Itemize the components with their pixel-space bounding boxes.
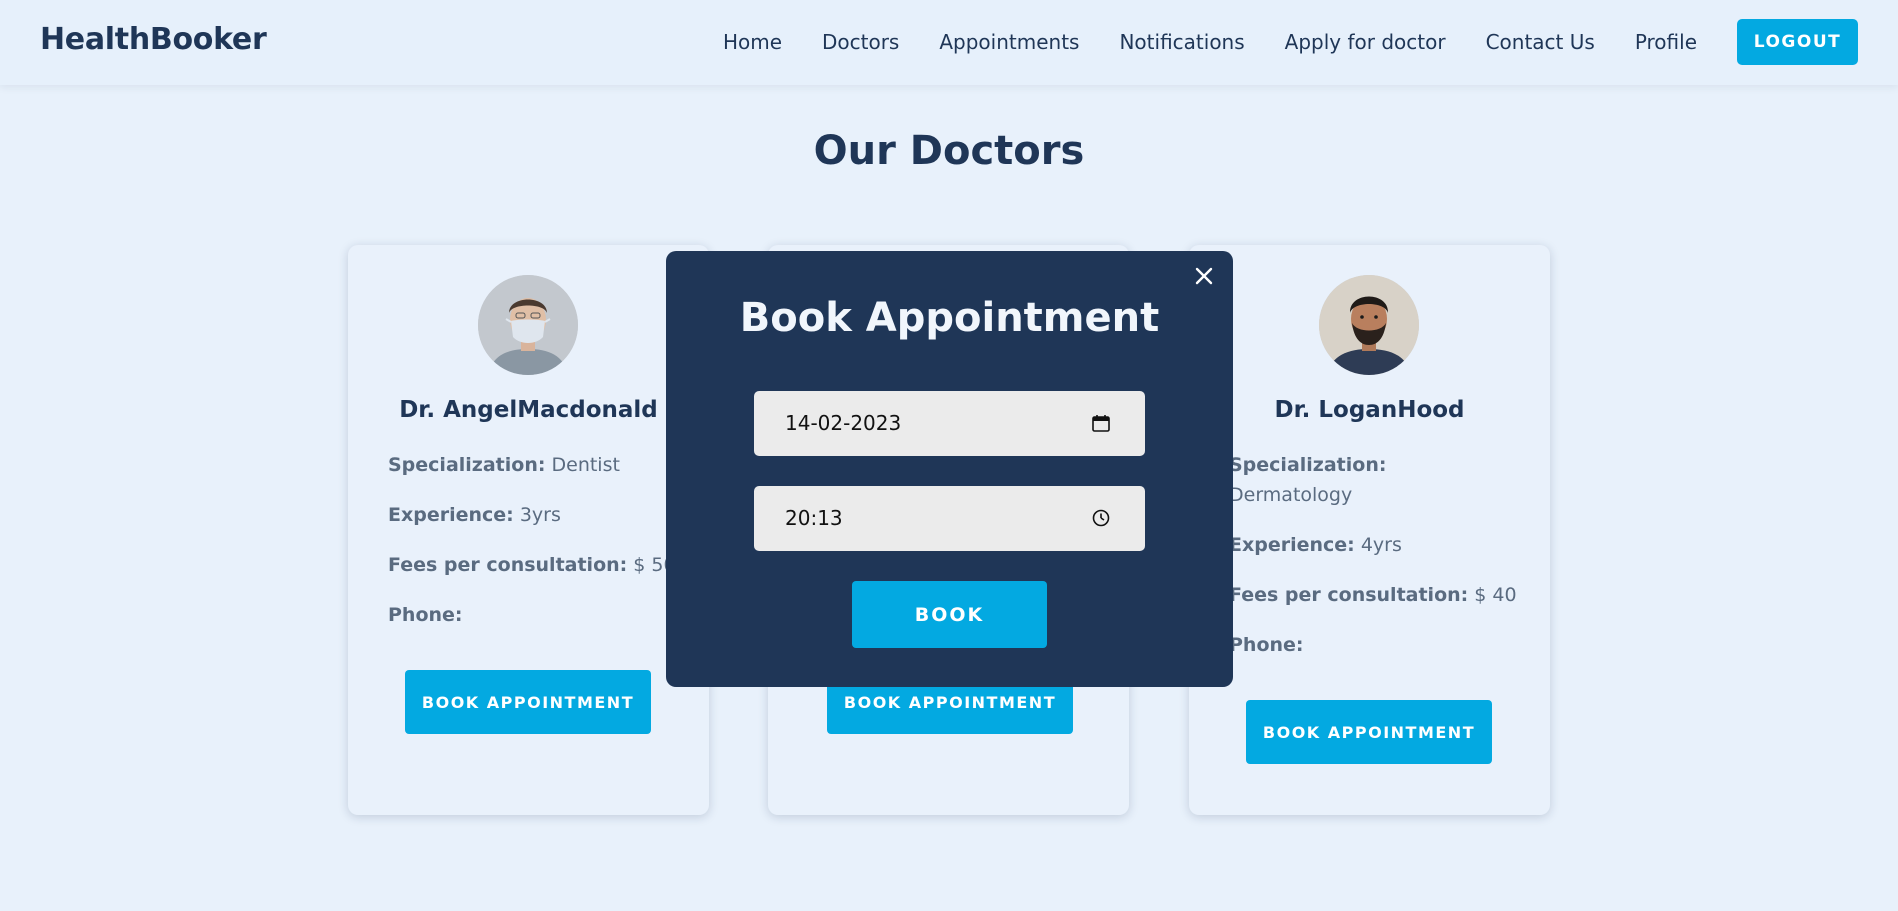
experience-value: 3yrs [519,504,561,526]
doctor-phone: Phone: [388,600,693,630]
date-input[interactable]: 14-02-2023 [754,391,1145,456]
doctor-card: Dr. AngelMacdonald Specialization: Denti… [348,245,709,815]
specialization-label: Specialization: [388,454,546,476]
book-appointment-button[interactable]: BOOK APPOINTMENT [1246,700,1492,764]
doctor-experience: Experience: 4yrs [1229,530,1534,560]
experience-label: Experience: [388,504,514,526]
nav-link-notifications[interactable]: Notifications [1119,30,1244,54]
doctor-specialization: Specialization: Dentist [388,450,693,480]
top-navbar: HealthBooker Home Doctors Appointments N… [0,0,1898,85]
specialization-value: Dentist [551,454,620,476]
doctor-avatar [1319,275,1419,375]
phone-label: Phone: [388,604,463,626]
doctor-phone: Phone: [1229,630,1534,660]
fees-label: Fees per consultation: [1229,584,1469,606]
doctor-fees: Fees per consultation: $ 50 [388,550,693,580]
nav-link-contact-us[interactable]: Contact Us [1486,30,1595,54]
doctor-name: Dr. LoganHood [1274,397,1465,423]
doctor-specialization: Specialization: Dermatology [1229,450,1534,510]
time-input[interactable]: 20:13 [754,486,1145,551]
nav-link-doctors[interactable]: Doctors [822,30,899,54]
nav-menu: Home Doctors Appointments Notifications … [723,19,1858,65]
book-button[interactable]: BOOK [852,581,1047,648]
specialization-label: Specialization: [1229,454,1387,476]
experience-value: 4yrs [1360,534,1402,556]
close-icon-glyph [1195,267,1213,285]
logout-button[interactable]: LOGOUT [1737,19,1858,65]
clock-icon[interactable] [1091,508,1111,528]
doctor-name: Dr. AngelMacdonald [399,397,658,423]
doctor-fees: Fees per consultation: $ 40 [1229,580,1534,610]
page-title: Our Doctors [813,128,1085,174]
fees-value: $ 40 [1474,584,1517,606]
doctor-photo-masked [478,275,578,375]
experience-label: Experience: [1229,534,1355,556]
nav-link-apply-for-doctor[interactable]: Apply for doctor [1285,30,1446,54]
doctor-photo-bearded [1319,275,1419,375]
brand-logo[interactable]: HealthBooker [40,22,267,57]
nav-link-appointments[interactable]: Appointments [939,30,1079,54]
specialization-value: Dermatology [1229,484,1353,506]
date-value: 14-02-2023 [785,411,902,435]
phone-label: Phone: [1229,634,1304,656]
doctor-card: Dr. LoganHood Specialization: Dermatolog… [1189,245,1550,815]
nav-link-profile[interactable]: Profile [1635,30,1697,54]
doctor-avatar [478,275,578,375]
doctor-experience: Experience: 3yrs [388,500,693,530]
close-icon[interactable] [1189,261,1219,291]
modal-title: Book Appointment [739,295,1160,341]
nav-link-home[interactable]: Home [723,30,782,54]
calendar-icon[interactable] [1091,413,1111,433]
book-appointment-button[interactable]: BOOK APPOINTMENT [405,670,651,734]
time-value: 20:13 [785,506,843,530]
book-appointment-modal: Book Appointment 14-02-2023 20:13 BOOK [666,251,1233,687]
fees-label: Fees per consultation: [388,554,628,576]
